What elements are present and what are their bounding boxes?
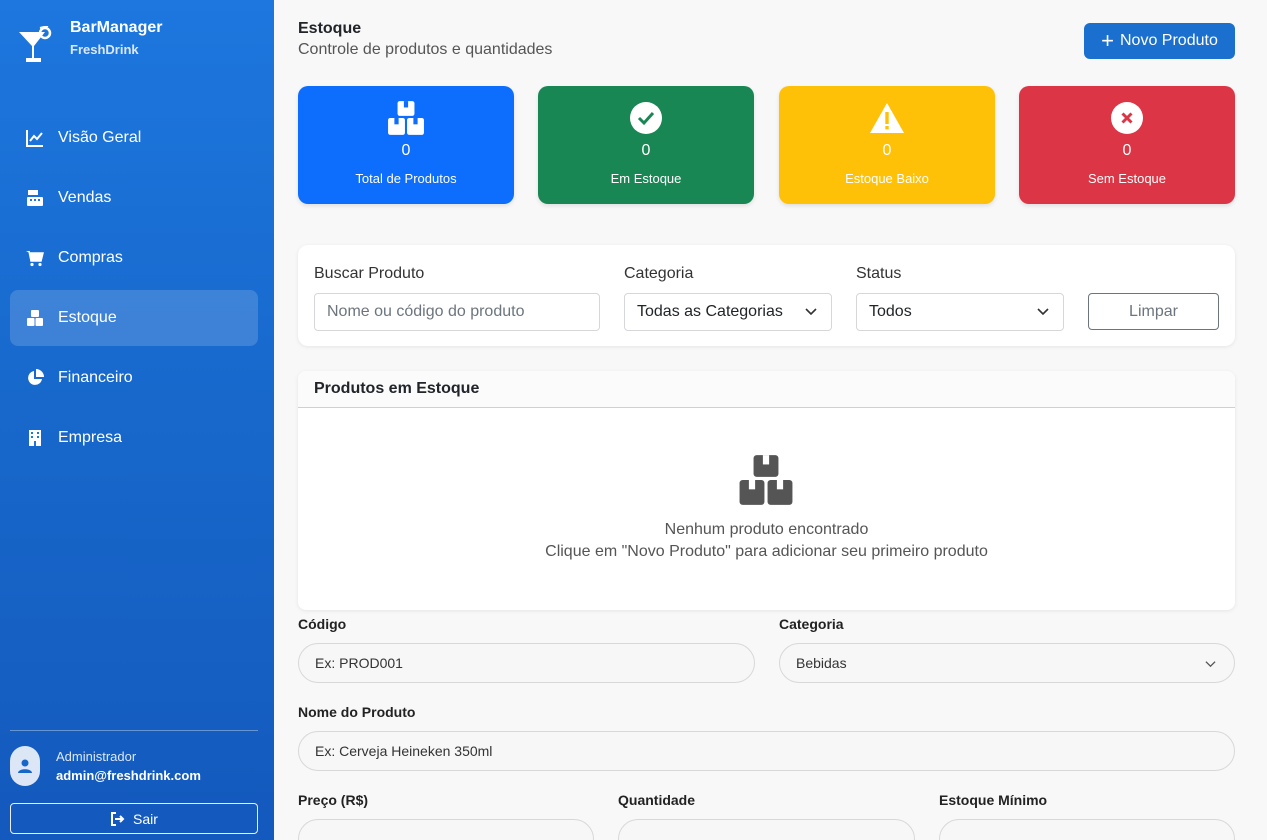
clear-filters-button[interactable]: Limpar	[1088, 293, 1219, 330]
new-product-button[interactable]: + Novo Produto	[1084, 23, 1235, 59]
status-select[interactable]: Todos	[856, 293, 1064, 331]
category-select[interactable]: Todas as Categorias	[624, 293, 832, 331]
user-info: Administrador admin@freshdrink.com	[10, 746, 201, 786]
stat-value: 0	[401, 142, 411, 159]
boxes-icon	[388, 101, 424, 135]
sidebar-item-visao-geral[interactable]: Visão Geral	[10, 110, 258, 166]
new-product-label: Novo Produto	[1120, 32, 1218, 49]
form-category-value: Bebidas	[796, 655, 847, 671]
sidebar-item-label: Empresa	[58, 429, 123, 446]
sidebar-nav: Visão Geral Vendas Compras Estoque Finan…	[10, 110, 258, 470]
plus-icon: +	[1101, 28, 1114, 53]
product-name-placeholder: Ex: Cerveja Heineken 350ml	[315, 743, 493, 759]
quantity-label: Quantidade	[618, 792, 696, 808]
page-title: Estoque	[298, 20, 362, 37]
chevron-down-icon	[1037, 308, 1049, 316]
form-category-label: Categoria	[779, 616, 844, 632]
price-field[interactable]: 0	[298, 819, 594, 840]
stat-card-sem-estoque: 0 Sem Estoque	[1019, 86, 1235, 204]
stat-value: 0	[1122, 142, 1132, 159]
sidebar-item-label: Financeiro	[58, 369, 133, 386]
search-input[interactable]: Nome ou código do produto	[314, 293, 600, 331]
status-select-value: Todos	[869, 303, 912, 320]
user-name: Administrador	[56, 749, 137, 764]
stat-value: 0	[641, 142, 651, 159]
user-icon	[18, 759, 32, 773]
product-name-label: Nome do Produto	[298, 704, 416, 720]
stat-label: Sem Estoque	[1087, 171, 1167, 186]
sidebar-item-compras[interactable]: Compras	[10, 230, 258, 286]
cash-register-icon	[26, 189, 44, 207]
product-name-field[interactable]: Ex: Cerveja Heineken 350ml	[298, 731, 1235, 771]
stat-card-total: 0 Total de Produtos	[298, 86, 514, 204]
sign-out-icon	[111, 811, 125, 826]
category-select-value: Todas as Categorias	[637, 303, 783, 320]
user-email: admin@freshdrink.com	[56, 768, 201, 783]
code-label: Código	[298, 616, 347, 632]
warning-icon	[870, 103, 904, 133]
chevron-down-icon	[1205, 661, 1216, 668]
cocktail-glass-icon	[19, 26, 52, 62]
stat-label: Em Estoque	[610, 171, 682, 186]
status-filter-label: Status	[856, 265, 902, 282]
chevron-down-icon	[805, 308, 817, 316]
x-circle-icon	[1111, 102, 1143, 134]
sidebar-item-label: Vendas	[58, 189, 112, 206]
stat-card-em-estoque: 0 Em Estoque	[538, 86, 754, 204]
stat-label: Estoque Baixo	[845, 171, 929, 186]
quantity-field[interactable]: 0	[618, 819, 915, 840]
code-placeholder: Ex: PROD001	[315, 655, 403, 671]
sidebar-item-label: Compras	[58, 249, 123, 266]
boxes-icon	[739, 455, 793, 505]
pie-chart-icon	[26, 369, 44, 387]
check-circle-icon	[630, 102, 662, 134]
avatar	[10, 746, 40, 786]
brand[interactable]: BarManager FreshDrink	[18, 18, 162, 66]
main-content: Estoque Controle de produtos e quantidad…	[274, 0, 1267, 840]
stat-label: Total de Produtos	[355, 171, 457, 186]
sidebar-item-estoque[interactable]: Estoque	[10, 290, 258, 346]
form-category-select[interactable]: Bebidas	[779, 643, 1235, 683]
stat-card-estoque-baixo: 0 Estoque Baixo	[779, 86, 995, 204]
stat-value: 0	[882, 142, 892, 159]
search-placeholder: Nome ou código do produto	[327, 303, 525, 320]
empty-state-title: Nenhum produto encontrado	[664, 521, 869, 538]
filters-panel: Buscar Produto Nome ou código do produto…	[298, 245, 1235, 346]
min-stock-field[interactable]: 0	[939, 819, 1235, 840]
price-label: Preço (R$)	[298, 792, 369, 808]
boxes-icon	[26, 309, 44, 327]
page-subtitle: Controle de produtos e quantidades	[298, 41, 553, 58]
table-title: Produtos em Estoque	[298, 371, 1235, 408]
brand-subtitle: FreshDrink	[70, 42, 139, 57]
building-icon	[26, 429, 44, 447]
code-field[interactable]: Ex: PROD001	[298, 643, 755, 683]
sidebar-item-label: Estoque	[58, 309, 117, 326]
cart-icon	[26, 249, 44, 267]
logout-label: Sair	[133, 810, 158, 827]
sidebar: BarManager FreshDrink Visão Geral Vendas…	[0, 0, 274, 840]
empty-state-hint: Clique em "Novo Produto" para adicionar …	[545, 543, 988, 560]
sidebar-item-empresa[interactable]: Empresa	[10, 410, 258, 466]
logout-button[interactable]: Sair	[10, 803, 258, 834]
sidebar-item-label: Visão Geral	[58, 129, 142, 146]
category-filter-label: Categoria	[624, 265, 694, 282]
sidebar-item-vendas[interactable]: Vendas	[10, 170, 258, 226]
sidebar-divider	[10, 730, 258, 731]
brand-title: BarManager	[70, 19, 163, 36]
sidebar-item-financeiro[interactable]: Financeiro	[10, 350, 258, 406]
search-label: Buscar Produto	[314, 265, 425, 282]
chart-line-icon	[26, 129, 44, 147]
min-stock-label: Estoque Mínimo	[939, 792, 1048, 808]
products-table: Produtos em Estoque Nenhum produto encon…	[298, 371, 1235, 610]
